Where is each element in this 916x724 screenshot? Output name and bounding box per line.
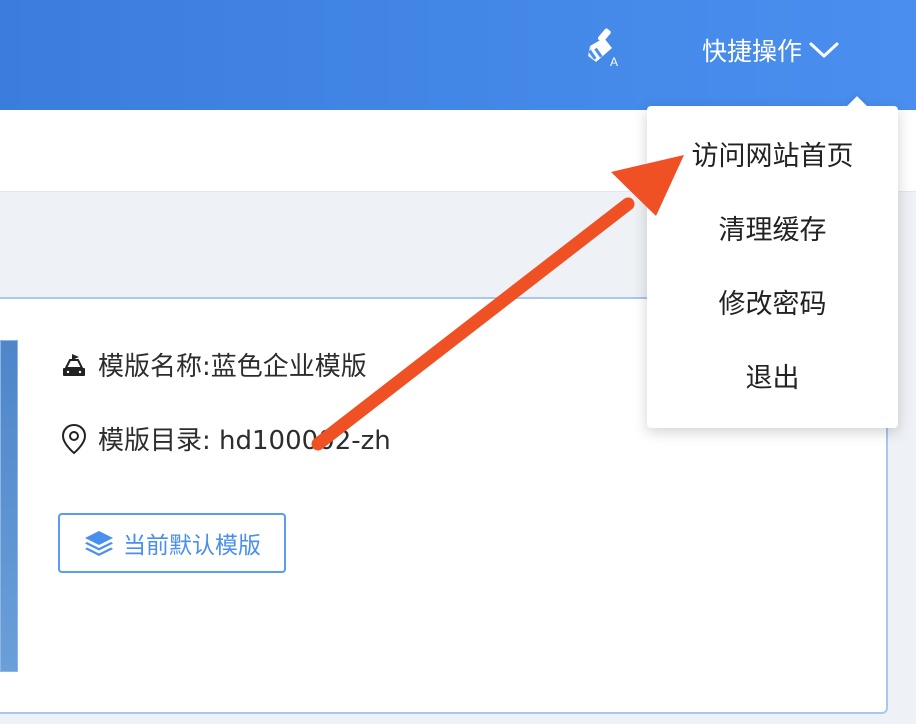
template-name-value: 蓝色企业模版: [210, 352, 367, 382]
menu-item-clear-cache[interactable]: 清理缓存: [647, 194, 898, 268]
template-name-label: 模版名称:: [98, 352, 211, 382]
quick-actions-menu: 访问网站首页 清理缓存 修改密码 退出: [647, 96, 898, 428]
brush-icon: A: [588, 28, 618, 69]
menu-item-logout[interactable]: 退出: [647, 342, 898, 416]
layers-icon: [85, 531, 113, 556]
template-name-row: 模版名称:蓝色企业模版: [60, 346, 367, 383]
quick-actions-dropdown-toggle[interactable]: 快捷操作: [702, 30, 840, 70]
menu-item-visit-homepage[interactable]: 访问网站首页: [647, 120, 898, 194]
svg-text:A: A: [610, 55, 618, 69]
location-pin-icon: [61, 423, 87, 454]
template-thumbnail: [0, 340, 18, 672]
quick-actions-label: 快捷操作: [702, 37, 803, 66]
template-dir-label: 模版目录:: [98, 426, 211, 456]
template-dir-row: 模版目录: hd100002-zh: [60, 420, 391, 457]
template-icon: [63, 353, 85, 376]
clear-cache-brush-button[interactable]: A: [582, 26, 624, 70]
menu-item-change-password[interactable]: 修改密码: [647, 268, 898, 342]
top-header-bar: A 快捷操作: [0, 0, 916, 110]
chevron-down-icon: [809, 42, 839, 58]
default-button-label: 当前默认模版: [123, 533, 261, 559]
current-default-template-button[interactable]: 当前默认模版: [58, 513, 286, 573]
template-dir-value: hd100002-zh: [219, 426, 391, 456]
